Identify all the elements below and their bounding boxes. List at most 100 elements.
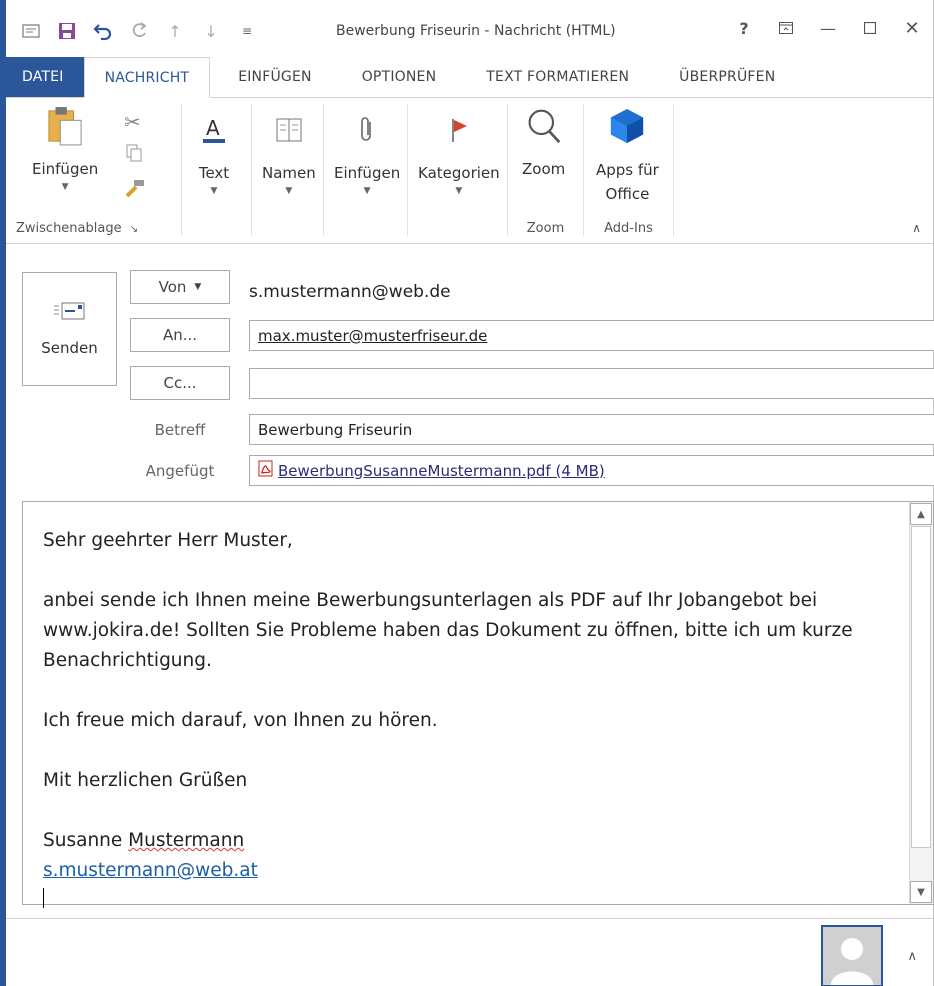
categories-dropdown-icon: ▼ bbox=[455, 186, 463, 196]
scroll-up-icon[interactable]: ▲ bbox=[910, 503, 932, 525]
message-body[interactable]: Sehr geehrter Herr Muster, anbei sende i… bbox=[22, 501, 934, 908]
tab-ueberpruefen[interactable]: ÜBERPRÜFEN bbox=[649, 57, 795, 97]
quick-access-toolbar: ↑ ↓ ≡ bbox=[20, 20, 258, 42]
signature-name: Susanne Mustermann bbox=[43, 830, 245, 851]
clipboard-group: Einfügen ▼ ✂ Zwischenablage ↘ bbox=[6, 104, 182, 236]
attachment-link[interactable]: BewerbungSusanneMustermann.pdf (4 MB) bbox=[278, 462, 605, 480]
magnifier-icon bbox=[526, 108, 562, 144]
zoom-button[interactable]: Zoom bbox=[522, 108, 565, 180]
redo-icon[interactable] bbox=[128, 20, 150, 42]
insert-dropdown-icon: ▼ bbox=[363, 186, 371, 196]
down-arrow-icon[interactable]: ↓ bbox=[200, 20, 222, 42]
from-button[interactable]: Von ▼ bbox=[130, 270, 230, 304]
text-group: A Text ▼ bbox=[182, 104, 252, 236]
insert-button[interactable]: Einfügen ▼ bbox=[334, 112, 400, 196]
office-apps-icon bbox=[609, 108, 645, 144]
apps-for-office-label: Apps für Office bbox=[596, 161, 659, 203]
expand-people-pane-icon[interactable]: ∧ bbox=[907, 949, 917, 964]
vertical-scrollbar[interactable]: ▲ ▼ bbox=[909, 502, 933, 904]
send-button[interactable]: Senden bbox=[22, 272, 117, 386]
avatar[interactable] bbox=[821, 925, 883, 986]
ribbon-display-options-icon[interactable] bbox=[775, 19, 797, 38]
paste-dropdown-icon[interactable]: ▼ bbox=[62, 182, 69, 192]
pdf-file-icon bbox=[258, 460, 278, 481]
close-icon[interactable]: ✕ bbox=[901, 18, 923, 39]
apps-for-office-button[interactable]: Apps für Office bbox=[596, 108, 659, 206]
tags-group: Kategorien ▼ bbox=[408, 104, 508, 236]
minimize-icon[interactable]: — bbox=[817, 19, 839, 38]
message-body-text[interactable]: Sehr geehrter Herr Muster, anbei sende i… bbox=[43, 526, 893, 908]
to-button[interactable]: An... bbox=[130, 318, 230, 352]
categories-label: Kategorien bbox=[418, 164, 500, 182]
tab-nachricht[interactable]: NACHRICHT bbox=[83, 57, 211, 98]
attachment-field: BewerbungSusanneMustermann.pdf (4 MB) bbox=[249, 455, 934, 486]
format-painter-icon[interactable] bbox=[124, 178, 146, 202]
help-button[interactable]: ? bbox=[733, 19, 755, 38]
insert-label: Einfügen bbox=[334, 164, 401, 182]
zoom-group: Zoom Zoom bbox=[508, 104, 584, 236]
to-field[interactable]: max.muster@musterfriseur.de bbox=[249, 320, 934, 351]
text-dropdown-icon: ▼ bbox=[210, 186, 218, 196]
spelling-flagged-word[interactable]: Mustermann bbox=[128, 830, 244, 851]
address-book-icon bbox=[271, 112, 307, 148]
chevron-down-icon: ▼ bbox=[194, 282, 202, 292]
undo-icon[interactable] bbox=[92, 20, 114, 42]
zoom-group-label: Zoom bbox=[526, 221, 565, 236]
paste-label: Einfügen bbox=[32, 160, 99, 178]
scroll-thumb[interactable] bbox=[911, 526, 931, 848]
signature-email-link[interactable]: s.mustermann@web.at bbox=[43, 860, 258, 881]
tab-datei[interactable]: DATEI bbox=[0, 57, 84, 97]
save-icon[interactable] bbox=[56, 20, 78, 42]
text-button[interactable]: A Text ▼ bbox=[196, 112, 232, 196]
names-label: Namen bbox=[262, 164, 316, 182]
clipboard-icon bbox=[47, 107, 83, 146]
addins-group: Apps für Office Add-Ins bbox=[584, 104, 674, 236]
zoom-label: Zoom bbox=[522, 160, 566, 178]
body-regards: Mit herzlichen Grüßen bbox=[43, 770, 248, 791]
names-button[interactable]: Namen ▼ bbox=[262, 112, 316, 196]
title-bar: ↑ ↓ ≡ Bewerbung Friseurin - Nachricht (H… bbox=[6, 0, 933, 52]
maximize-icon[interactable] bbox=[859, 19, 881, 38]
window-controls: ? — ✕ bbox=[733, 18, 923, 39]
ribbon-tabs: DATEI NACHRICHT EINFÜGEN OPTIONEN TEXT F… bbox=[0, 56, 933, 98]
up-arrow-icon[interactable]: ↑ bbox=[164, 20, 186, 42]
tab-optionen[interactable]: OPTIONEN bbox=[332, 57, 457, 97]
cc-button[interactable]: Cc... bbox=[130, 366, 230, 400]
tab-text-formatieren[interactable]: TEXT FORMATIEREN bbox=[456, 57, 649, 97]
svg-text:A: A bbox=[206, 116, 220, 140]
to-recipient[interactable]: max.muster@musterfriseur.de bbox=[258, 327, 487, 345]
subject-field[interactable]: Bewerbung Friseurin bbox=[249, 414, 934, 445]
envelope-icon[interactable] bbox=[20, 20, 42, 42]
ribbon: Einfügen ▼ ✂ Zwischenablage ↘ A Text ▼ N… bbox=[6, 98, 933, 244]
names-group: Namen ▼ bbox=[252, 104, 324, 236]
text-cursor bbox=[43, 888, 44, 908]
paperclip-icon bbox=[349, 112, 385, 148]
dialog-launcher-icon[interactable]: ↘ bbox=[130, 224, 138, 235]
tab-einfuegen[interactable]: EINFÜGEN bbox=[210, 57, 332, 97]
customize-qat-icon[interactable]: ≡ bbox=[236, 20, 258, 42]
outlook-message-window: ↑ ↓ ≡ Bewerbung Friseurin - Nachricht (H… bbox=[0, 0, 934, 986]
attached-label: Angefügt bbox=[145, 462, 215, 480]
window-title: Bewerbung Friseurin - Nachricht (HTML) bbox=[336, 23, 616, 39]
from-address: s.mustermann@web.de bbox=[249, 282, 451, 302]
send-envelope-icon bbox=[53, 301, 87, 325]
subject-label: Betreff bbox=[154, 421, 206, 439]
body-paragraph: anbei sende ich Ihnen meine Bewerbungsun… bbox=[43, 590, 853, 671]
names-dropdown-icon: ▼ bbox=[285, 186, 293, 196]
cc-field[interactable] bbox=[249, 368, 934, 399]
text-label: Text bbox=[198, 164, 230, 182]
collapse-ribbon-icon[interactable]: ∧ bbox=[912, 221, 921, 235]
send-label: Senden bbox=[41, 339, 98, 357]
insert-group: Einfügen ▼ bbox=[324, 104, 408, 236]
cut-icon[interactable]: ✂ bbox=[124, 110, 141, 134]
categories-button[interactable]: Kategorien ▼ bbox=[418, 112, 500, 196]
addins-group-label: Add-Ins bbox=[604, 221, 653, 236]
paste-button[interactable]: Einfügen ▼ bbox=[32, 107, 99, 192]
body-closing-line: Ich freue mich darauf, von Ihnen zu höre… bbox=[43, 710, 438, 731]
flag-icon bbox=[441, 112, 477, 148]
font-color-icon: A bbox=[196, 112, 232, 148]
clipboard-group-label: Zwischenablage ↘ bbox=[16, 221, 139, 236]
copy-icon[interactable] bbox=[126, 144, 142, 166]
scroll-down-icon[interactable]: ▼ bbox=[910, 881, 932, 903]
people-pane: ∧ bbox=[6, 918, 933, 986]
